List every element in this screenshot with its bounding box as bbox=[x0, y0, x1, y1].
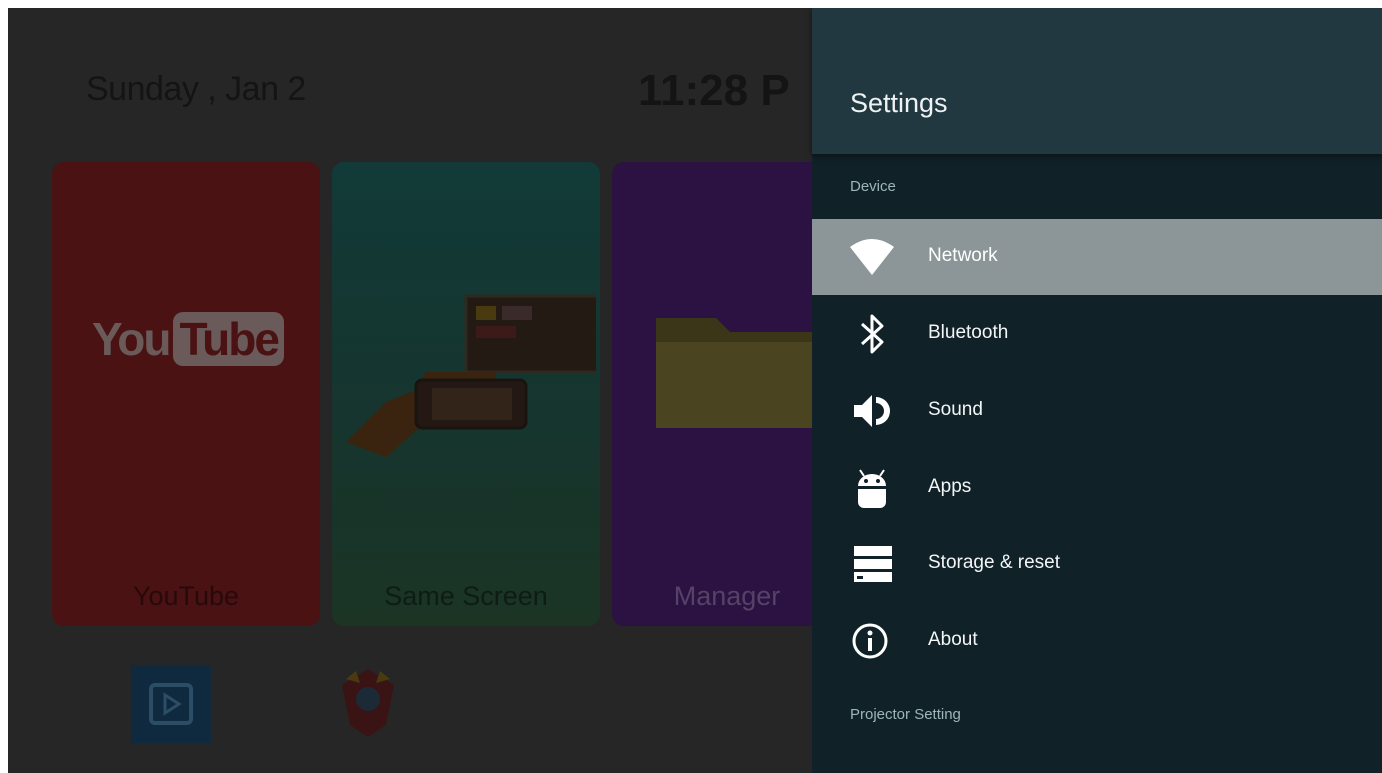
settings-item-bluetooth[interactable]: Bluetooth bbox=[812, 296, 1382, 372]
settings-item-apps[interactable]: Apps bbox=[812, 450, 1382, 526]
section-header-device: Device bbox=[850, 178, 896, 195]
tile-label-youtube: YouTube bbox=[132, 581, 240, 611]
settings-item-label: Apps bbox=[928, 476, 972, 497]
section-header-projector-setting: Projector Setting bbox=[850, 706, 961, 723]
info-icon bbox=[852, 623, 888, 659]
android-icon bbox=[858, 469, 886, 508]
settings-item-label: Storage & reset bbox=[928, 552, 1061, 573]
date-label: Sunday , Jan 2 bbox=[86, 70, 306, 108]
settings-item-label: Sound bbox=[928, 399, 983, 420]
manager-tile[interactable]: Manager bbox=[612, 162, 842, 626]
settings-item-about[interactable]: About bbox=[812, 603, 1382, 679]
tile-label-same-screen: Same Screen bbox=[384, 581, 548, 611]
screen-mirroring-illustration bbox=[346, 294, 596, 457]
settings-item-sound[interactable]: Sound bbox=[812, 373, 1382, 449]
same-screen-tile[interactable]: Same Screen bbox=[332, 162, 600, 626]
clock-label: 11:28 P bbox=[638, 66, 790, 115]
tile-label-manager: Manager bbox=[673, 581, 781, 611]
tv-screen: Sunday , Jan 2 11:28 P You Tube YouTube S… bbox=[8, 8, 1382, 773]
settings-item-label: Network bbox=[928, 245, 998, 266]
youtube-tile[interactable]: You Tube YouTube bbox=[52, 162, 320, 626]
hero-app-icon[interactable] bbox=[336, 665, 400, 741]
settings-title: Settings bbox=[850, 88, 948, 118]
youtube-logo: You Tube bbox=[92, 312, 284, 366]
wifi-icon bbox=[850, 239, 894, 275]
speaker-icon bbox=[854, 395, 890, 427]
settings-panel: Settings Device Network Bluetooth Sound bbox=[812, 8, 1382, 773]
bluetooth-icon bbox=[860, 314, 884, 354]
settings-header: Settings bbox=[812, 8, 1382, 154]
settings-item-label: About bbox=[928, 629, 978, 650]
settings-item-network[interactable]: Network bbox=[812, 219, 1382, 295]
video-player-app-icon[interactable] bbox=[131, 665, 211, 743]
folder-icon bbox=[656, 318, 836, 428]
storage-icon bbox=[854, 546, 892, 582]
settings-item-storage-reset[interactable]: Storage & reset bbox=[812, 526, 1382, 602]
settings-item-label: Bluetooth bbox=[928, 322, 1009, 343]
